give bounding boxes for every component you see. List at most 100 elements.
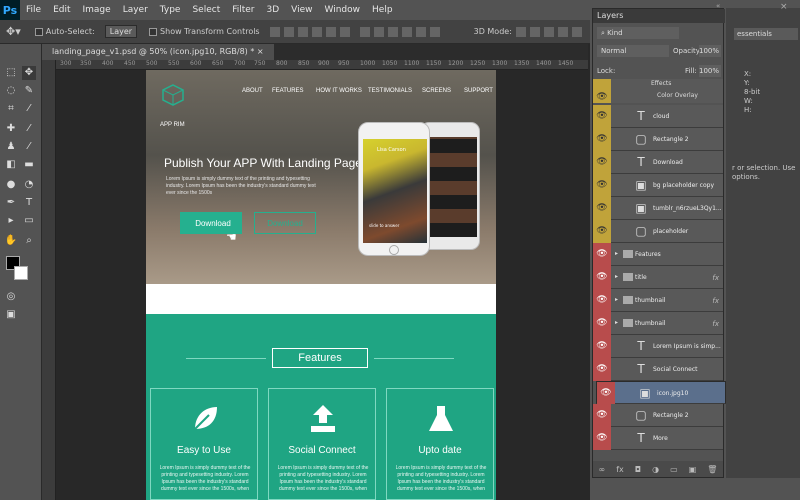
fx-icon[interactable]: fx [712,274,719,282]
healing-brush-icon[interactable]: ✚ [4,122,18,136]
auto-select-dropdown[interactable]: Layer [104,25,138,38]
visibility-eye-icon[interactable]: 👁 [593,151,611,174]
layer-row-title[interactable]: 👁 ▸ title fx [593,266,723,289]
menu-layer[interactable]: Layer [117,0,154,20]
close-icon[interactable]: × [780,2,788,12]
expand-arrow-icon[interactable]: ▸ [615,296,618,303]
visibility-eye-icon[interactable]: 👁 [593,105,611,128]
layers-tab[interactable]: Layers [593,9,725,23]
visibility-eye-icon[interactable]: 👁 [593,220,611,243]
3d-rotate-icon[interactable] [515,26,526,37]
screen-mode-icon[interactable]: ▣ [4,308,18,322]
visibility-eye-icon[interactable]: 👁 [597,382,615,405]
layer-row-tumblr-n6rzuel3qy1[interactable]: 👁 ▣ tumblr_n6rzueL3Qy1... [593,197,723,220]
expand-arrow-icon[interactable]: ▸ [615,319,618,326]
align-icon[interactable] [297,26,308,37]
move-tool-icon[interactable]: ✥ [22,66,36,80]
visibility-eye-icon[interactable] [593,79,611,91]
layer-row-features[interactable]: 👁 ▸ Features [593,243,723,266]
menu-file[interactable]: File [20,0,47,20]
fill-input[interactable]: 100% [699,65,721,77]
distribute-icon[interactable] [373,26,384,37]
lasso-tool-icon[interactable]: ◌ [4,84,18,98]
layer-row-rectangle-2[interactable]: 👁 ▢ Rectangle 2 [593,128,723,151]
layer-row-placeholder[interactable]: 👁 ▢ placeholder [593,220,723,243]
distribute-icon[interactable] [429,26,440,37]
color-overlay-row[interactable]: 👁 Color Overlay [593,91,723,103]
3d-roll-icon[interactable] [529,26,540,37]
visibility-eye-icon[interactable]: 👁 [593,174,611,197]
distribute-icon[interactable] [359,26,370,37]
expand-arrow-icon[interactable]: ▸ [615,250,618,257]
show-transform-checkbox[interactable] [149,27,158,36]
menu-view[interactable]: View [285,0,318,20]
eraser-tool-icon[interactable]: ◧ [4,158,18,172]
close-icon[interactable]: × [257,47,264,56]
layer-row-download[interactable]: 👁 T Download [593,151,723,174]
layer-row-more[interactable]: 👁 T More [593,427,723,450]
effects-row[interactable]: Effects [593,79,723,91]
layer-row-rectangle-2[interactable]: 👁 ▢ Rectangle 2 [593,404,723,427]
nav-how-it-works[interactable]: HOW IT WORKS [316,88,362,94]
new-layer-icon[interactable]: ▣ [689,465,697,474]
download-button-secondary[interactable]: Download [254,212,316,234]
auto-select-checkbox[interactable] [34,27,43,36]
expand-arrow-icon[interactable]: ▸ [615,273,618,280]
opacity-input[interactable]: 100% [699,45,721,57]
gradient-tool-icon[interactable]: ▬ [22,158,36,172]
history-brush-icon[interactable]: ⁄ [22,140,36,154]
nav-testimonials[interactable]: TESTIMONIALS [368,88,412,94]
adjustment-icon[interactable]: ◑ [652,465,659,474]
trash-icon[interactable]: 🗑 [707,465,717,474]
fx-icon[interactable]: fx [616,465,624,474]
move-tool-icon[interactable]: ✥▾ [6,25,21,38]
layer-row-icon-jpg10[interactable]: 👁 ▣ icon.jpg10 [596,381,726,405]
pen-tool-icon[interactable]: ✒ [4,196,18,210]
marquee-tool-icon[interactable]: ⬚ [4,66,18,80]
nav-features[interactable]: FEATURES [272,88,304,94]
panel-collapse-icon[interactable]: « [716,2,720,10]
menu-filter[interactable]: Filter [226,0,260,20]
distribute-icon[interactable] [387,26,398,37]
distribute-icon[interactable] [415,26,426,37]
path-select-icon[interactable]: ▸ [4,214,18,228]
clone-stamp-icon[interactable]: ♟ [4,140,18,154]
show-transform-option[interactable]: Show Transform Controls [149,27,260,36]
blend-mode-dropdown[interactable]: Normal [597,45,669,57]
quick-select-icon[interactable]: ✎ [22,84,36,98]
mask-icon[interactable]: ◘ [635,465,641,474]
link-icon[interactable]: ∞ [599,465,606,474]
3d-drag-icon[interactable] [543,26,554,37]
visibility-eye-icon[interactable]: 👁 [593,289,611,312]
nav-about[interactable]: ABOUT [242,88,263,94]
layer-row-thumbnail[interactable]: 👁 ▸ thumbnail fx [593,289,723,312]
menu-type[interactable]: Type [154,0,187,20]
align-icon[interactable] [269,26,280,37]
background-color-swatch[interactable] [14,266,28,280]
visibility-eye-icon[interactable]: 👁 [593,427,611,450]
shape-tool-icon[interactable]: ▭ [22,214,36,228]
align-icon[interactable] [311,26,322,37]
3d-scale-icon[interactable] [571,26,582,37]
visibility-eye-icon[interactable]: 👁 [593,243,611,266]
visibility-eye-icon[interactable]: 👁 [593,335,611,358]
layer-row-cloud[interactable]: 👁 Tcloud [593,105,723,128]
distribute-icon[interactable] [401,26,412,37]
crop-tool-icon[interactable]: ⌗ [4,102,18,116]
layer-row-thumbnail[interactable]: 👁 ▸ thumbnail fx [593,312,723,335]
menu-help[interactable]: Help [366,0,399,20]
auto-select-option[interactable]: Auto-Select: Layer [34,25,138,38]
blur-tool-icon[interactable]: ● [4,178,18,192]
eyedropper-icon[interactable]: ⁄ [22,102,36,116]
visibility-eye-icon[interactable]: 👁 [593,128,611,151]
fx-icon[interactable]: fx [712,297,719,305]
menu-window[interactable]: Window [319,0,367,20]
nav-screens[interactable]: SCREENS [422,88,451,94]
workspace-dropdown[interactable]: essentials [734,28,798,40]
3d-slide-icon[interactable] [557,26,568,37]
layer-row-lorem-ipsum-is-simp[interactable]: 👁 T Lorem Ipsum is simp... [593,335,723,358]
quick-mask-icon[interactable]: ◎ [4,290,18,304]
align-icon[interactable] [339,26,350,37]
new-group-icon[interactable]: ▭ [670,465,678,474]
visibility-eye-icon[interactable]: 👁 [593,266,611,289]
